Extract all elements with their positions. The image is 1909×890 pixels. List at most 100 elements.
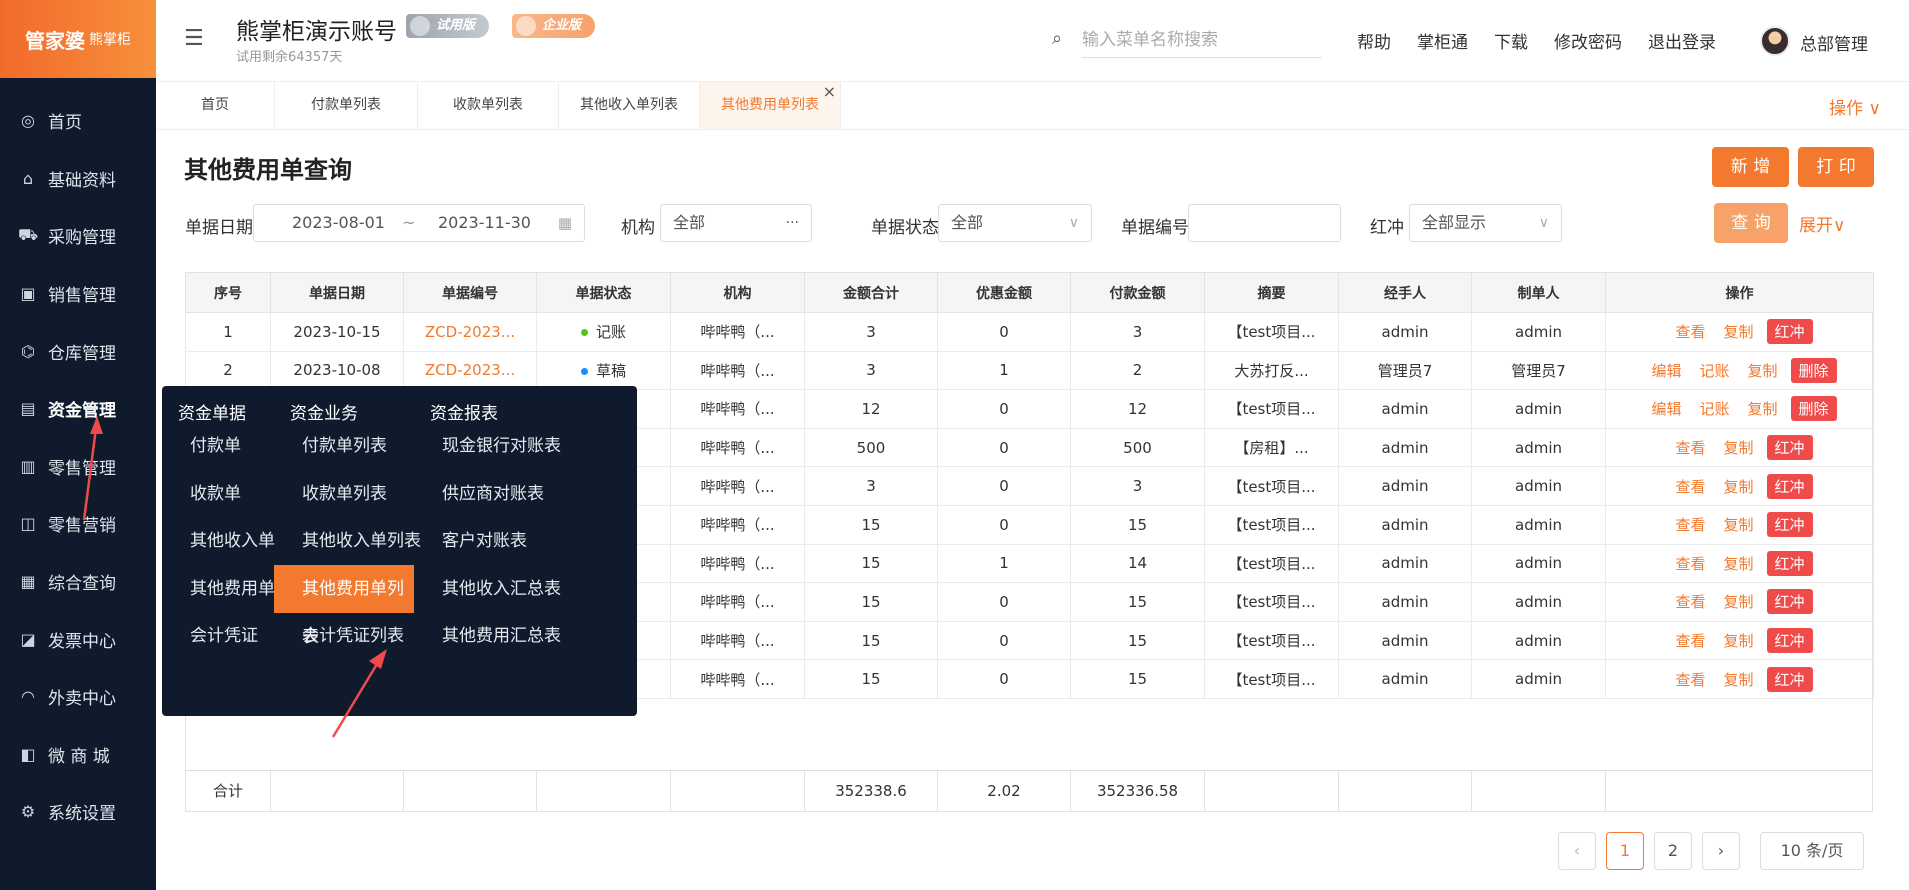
view-action[interactable]: 查看 bbox=[1675, 553, 1705, 574]
menu-item[interactable]: 其他收入汇总表 bbox=[428, 565, 568, 613]
menu-search-input[interactable] bbox=[1082, 22, 1322, 58]
redflush-action[interactable]: 红冲 bbox=[1766, 550, 1813, 576]
cell-maker: admin bbox=[1471, 504, 1606, 545]
prev-page-button[interactable]: ‹ bbox=[1558, 832, 1596, 870]
close-icon[interactable]: × bbox=[823, 68, 836, 115]
copy-action[interactable]: 复制 bbox=[1723, 476, 1753, 497]
redflush-action[interactable]: 红冲 bbox=[1766, 628, 1813, 654]
redflush-action[interactable]: 红冲 bbox=[1766, 473, 1813, 499]
next-page-button[interactable]: › bbox=[1702, 832, 1740, 870]
cell-org: 哔哔鸭（... bbox=[670, 350, 805, 391]
status-select[interactable]: 全部 ∨ bbox=[938, 204, 1092, 242]
view-action[interactable]: 查看 bbox=[1675, 321, 1705, 342]
copy-action[interactable]: 复制 bbox=[1748, 398, 1778, 419]
copy-action[interactable]: 复制 bbox=[1723, 553, 1753, 574]
menu-item[interactable]: 供应商对账表 bbox=[428, 470, 568, 518]
avatar[interactable] bbox=[1760, 26, 1790, 56]
column-header: 制单人 bbox=[1471, 272, 1606, 313]
view-action[interactable]: 查看 bbox=[1675, 630, 1705, 651]
query-button[interactable]: 查 询 bbox=[1714, 203, 1788, 243]
copy-action[interactable]: 复制 bbox=[1723, 321, 1753, 342]
menu-item[interactable]: 现金银行对账表 bbox=[428, 422, 568, 470]
copy-action[interactable]: 复制 bbox=[1748, 360, 1778, 381]
sidebar-item-4[interactable]: ⌬ 仓库管理 bbox=[0, 322, 156, 380]
copy-action[interactable]: 复制 bbox=[1723, 669, 1753, 690]
post-action[interactable]: 记账 bbox=[1699, 360, 1729, 381]
redflush-action[interactable]: 红冲 bbox=[1766, 319, 1813, 345]
cell-handler: 管理员7 bbox=[1338, 350, 1472, 391]
sidebar-item-1[interactable]: ⌂ 基础资料 bbox=[0, 150, 156, 208]
date-range-picker[interactable]: 2023-08-01 ~ 2023-11-30 ▦ bbox=[253, 204, 585, 242]
table-row[interactable]: 1 2023-10-15 ZCD-2023... 记账 哔哔鸭（... 3 0 3 【test项… bbox=[185, 312, 1874, 352]
sidebar-item-5[interactable]: ▤ 资金管理 bbox=[0, 380, 156, 438]
calendar-icon: ▦ bbox=[557, 214, 572, 232]
cell-code[interactable]: ZCD-2023... bbox=[403, 312, 537, 352]
post-action[interactable]: 记账 bbox=[1699, 398, 1729, 419]
cell-code[interactable]: ZCD-2023... bbox=[403, 350, 537, 391]
redflush-action[interactable]: 红冲 bbox=[1766, 512, 1813, 538]
redflush-action[interactable]: 红冲 bbox=[1766, 666, 1813, 692]
sidebar-item-2[interactable]: ⛟ 采购管理 bbox=[0, 207, 156, 265]
view-action[interactable]: 查看 bbox=[1675, 591, 1705, 612]
logo: 管家婆 熊掌柜 bbox=[0, 0, 156, 78]
redflush-select[interactable]: 全部显示 ∨ bbox=[1409, 204, 1562, 242]
menu-item[interactable]: 收款单列表 bbox=[288, 470, 428, 518]
status-dot-icon bbox=[580, 367, 588, 375]
tab-other-expense-list[interactable]: 其他费用单列表 × bbox=[700, 82, 841, 129]
table-row[interactable]: 2 2023-10-08 ZCD-2023... 草稿 哔哔鸭（... 3 1 2 大苏打反..… bbox=[185, 350, 1874, 391]
tab-home[interactable]: 首页 bbox=[156, 82, 275, 129]
copy-action[interactable]: 复制 bbox=[1723, 630, 1753, 651]
menu-collapse-icon[interactable]: ☰ bbox=[184, 26, 204, 51]
cell-org: 哔哔鸭（... bbox=[670, 466, 805, 506]
edit-action[interactable]: 编辑 bbox=[1651, 360, 1681, 381]
view-action[interactable]: 查看 bbox=[1675, 514, 1705, 535]
menu-item[interactable]: 其他收入单列表 bbox=[288, 517, 428, 565]
page-2-button[interactable]: 2 bbox=[1654, 832, 1692, 870]
sidebar-item-10[interactable]: ◠ 外卖中心 bbox=[0, 668, 156, 726]
redflush-action[interactable]: 红冲 bbox=[1766, 589, 1813, 615]
view-action[interactable]: 查看 bbox=[1675, 669, 1705, 690]
view-action[interactable]: 查看 bbox=[1675, 437, 1705, 458]
edit-action[interactable]: 编辑 bbox=[1651, 398, 1681, 419]
header-link-0[interactable]: 帮助 bbox=[1357, 28, 1391, 53]
menu-item[interactable]: 其他费用汇总表 bbox=[428, 612, 568, 660]
view-action[interactable]: 查看 bbox=[1675, 476, 1705, 497]
tab-payment-list[interactable]: 付款单列表 bbox=[275, 82, 418, 129]
user-name[interactable]: 总部管理 bbox=[1800, 30, 1868, 55]
tab-receipt-list[interactable]: 收款单列表 bbox=[418, 82, 559, 129]
sidebar-item-11[interactable]: ◧ 微 商 城 bbox=[0, 726, 156, 784]
delete-action[interactable]: 删除 bbox=[1790, 357, 1837, 383]
page-1-button[interactable]: 1 bbox=[1606, 832, 1644, 870]
delete-action[interactable]: 删除 bbox=[1790, 396, 1837, 422]
column-header: 优惠金额 bbox=[937, 272, 1071, 313]
menu-item[interactable]: 其他费用单列表 bbox=[274, 564, 414, 647]
more-icon[interactable]: ··· bbox=[786, 205, 799, 241]
page-size-select[interactable]: 10 条/页 bbox=[1760, 832, 1864, 870]
org-select[interactable]: 全部 ··· bbox=[660, 204, 812, 242]
menu-item[interactable]: 付款单列表 bbox=[288, 422, 428, 470]
redflush-action[interactable]: 红冲 bbox=[1766, 435, 1813, 461]
sidebar-item-7[interactable]: ◫ 零售营销 bbox=[0, 495, 156, 553]
menu-item[interactable]: 会计凭证列表 bbox=[288, 612, 428, 660]
sidebar-item-12[interactable]: ⚙ 系统设置 bbox=[0, 783, 156, 841]
header-link-2[interactable]: 下载 bbox=[1494, 28, 1528, 53]
header-link-4[interactable]: 退出登录 bbox=[1648, 28, 1716, 53]
sidebar-item-9[interactable]: ◪ 发票中心 bbox=[0, 610, 156, 668]
header-link-3[interactable]: 修改密码 bbox=[1554, 28, 1622, 53]
copy-action[interactable]: 复制 bbox=[1723, 591, 1753, 612]
copy-action[interactable]: 复制 bbox=[1723, 514, 1753, 535]
sidebar-item-0[interactable]: ◎ 首页 bbox=[0, 92, 156, 150]
expand-filters-link[interactable]: 展开∨ bbox=[1799, 211, 1845, 236]
redflush-label: 红冲 bbox=[1370, 218, 1404, 238]
sidebar-item-6[interactable]: ▥ 零售管理 bbox=[0, 438, 156, 496]
sidebar-item-3[interactable]: ▣ 销售管理 bbox=[0, 265, 156, 323]
tab-operations-dropdown[interactable]: 操作 ∨ bbox=[1829, 94, 1881, 119]
new-button[interactable]: 新 增 bbox=[1712, 147, 1789, 187]
code-input[interactable] bbox=[1188, 204, 1341, 242]
sidebar-item-8[interactable]: ▦ 综合查询 bbox=[0, 553, 156, 611]
header-link-1[interactable]: 掌柜通 bbox=[1417, 28, 1468, 53]
copy-action[interactable]: 复制 bbox=[1723, 437, 1753, 458]
tab-other-income-list[interactable]: 其他收入单列表 bbox=[559, 82, 700, 129]
print-button[interactable]: 打 印 bbox=[1798, 147, 1874, 187]
menu-item[interactable]: 客户对账表 bbox=[428, 517, 568, 565]
